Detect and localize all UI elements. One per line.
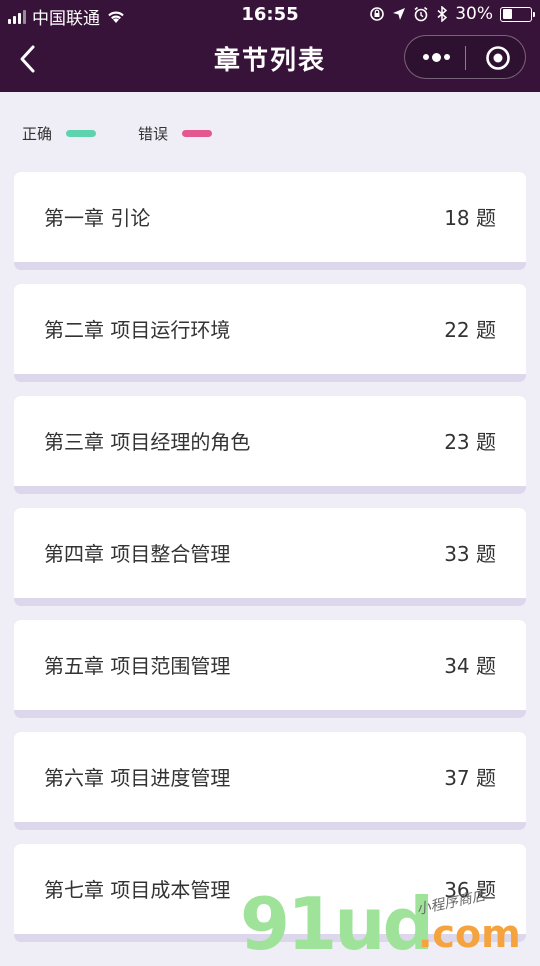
battery-percent: 30% (455, 4, 493, 24)
chapter-name: 第二章 项目运行环境 (44, 318, 231, 342)
watermark-domain: .com (418, 912, 521, 956)
legend-correct-label: 正确 (22, 125, 53, 143)
legend-correct-swatch (66, 130, 97, 137)
chapter-question-count: 37 题 (444, 766, 496, 790)
answer-legend: 正确 错误 (22, 123, 254, 144)
chapter-name: 第七章 项目成本管理 (44, 878, 231, 902)
location-icon (393, 8, 406, 20)
mini-program-capsule (404, 35, 526, 79)
watermark-logo: 91ud 小程序商店 .com (240, 882, 540, 966)
chapter-list: 第一章 引论 18 题第二章 项目运行环境 22 题第三章 项目经理的角色 23 题第… (14, 172, 526, 956)
status-right: 30% (369, 4, 535, 24)
status-bar: 中国联通 16:55 30% (0, 0, 540, 30)
app-header: 中国联通 16:55 30% 章节列表 (0, 0, 540, 92)
chapter-question-count: 22 题 (444, 318, 496, 342)
chapter-card[interactable]: 第五章 项目范围管理 34 题 (14, 620, 526, 718)
chapter-question-count: 33 题 (444, 542, 496, 566)
chapter-question-count: 18 题 (444, 206, 496, 230)
rotation-lock-icon (370, 7, 385, 21)
legend-correct: 正确 (22, 123, 97, 144)
chapter-card[interactable]: 第二章 项目运行环境 22 题 (14, 284, 526, 382)
capsule-divider (465, 46, 466, 70)
alarm-icon (414, 6, 428, 22)
legend-wrong-label: 错误 (138, 125, 169, 143)
more-dots-icon[interactable] (419, 44, 453, 70)
chapter-question-count: 23 题 (444, 430, 496, 454)
chapter-name: 第四章 项目整合管理 (44, 542, 231, 566)
chapter-question-count: 34 题 (444, 654, 496, 678)
chapter-name: 第一章 引论 (44, 206, 151, 230)
bluetooth-icon (437, 6, 448, 22)
legend-wrong: 错误 (138, 123, 213, 144)
chapter-name: 第六章 项目进度管理 (44, 766, 231, 790)
chapter-card[interactable]: 第一章 引论 18 题 (14, 172, 526, 270)
chapter-card[interactable]: 第四章 项目整合管理 33 题 (14, 508, 526, 606)
chapter-card[interactable]: 第三章 项目经理的角色 23 题 (14, 396, 526, 494)
chapter-name: 第三章 项目经理的角色 (44, 430, 251, 454)
close-target-icon[interactable] (485, 45, 511, 71)
chapter-card[interactable]: 第六章 项目进度管理 37 题 (14, 732, 526, 830)
navigation-bar: 章节列表 (0, 30, 540, 90)
watermark-brand: 91ud (240, 882, 434, 966)
battery-fill (502, 9, 512, 19)
battery-icon (500, 6, 535, 22)
legend-wrong-swatch (182, 130, 213, 137)
chapter-name: 第五章 项目范围管理 (44, 654, 231, 678)
